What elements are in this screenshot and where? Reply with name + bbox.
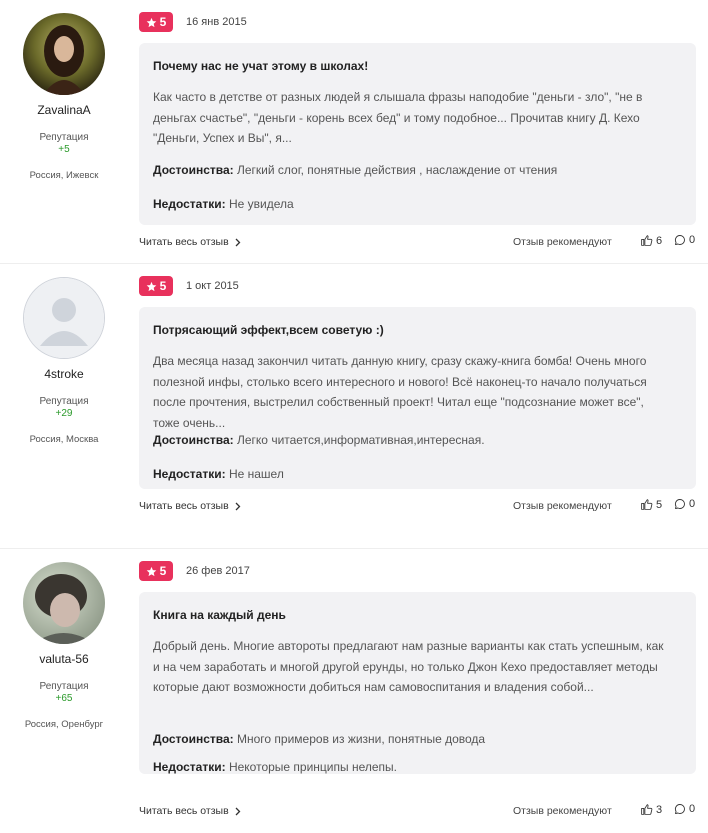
comments-button[interactable]: 0	[674, 498, 695, 510]
like-button[interactable]: 6	[640, 234, 662, 247]
avatar[interactable]	[23, 13, 105, 95]
rating-value: 5	[159, 564, 167, 578]
review-item: 4stroke Репутация +29 Россия, Москва 5 1…	[0, 263, 708, 548]
reputation-label: Репутация	[39, 132, 89, 143]
author-name[interactable]: 4stroke	[0, 367, 128, 381]
review-title[interactable]: Потрясающий эффект,всем советую :)	[153, 323, 384, 337]
review-title[interactable]: Книга на каждый день	[153, 608, 286, 622]
like-count: 5	[656, 498, 663, 511]
cons-label: Недостатки:	[153, 760, 226, 774]
avatar[interactable]	[23, 277, 105, 359]
thumbs-up-icon	[641, 804, 653, 815]
pros-text: Легко читается,информативная,интересная.	[237, 433, 485, 447]
read-more-link[interactable]: Читать весь отзыв	[139, 236, 241, 248]
star-icon	[146, 566, 156, 576]
review-cons: Недостатки: Не нашел	[153, 467, 284, 481]
review-cons: Недостатки: Некоторые принципы нелепы.	[153, 760, 397, 774]
rating-badge: 5	[139, 561, 173, 581]
cons-label: Недостатки:	[153, 197, 226, 211]
thumbs-up-icon	[641, 235, 653, 246]
cons-text: Не нашел	[228, 467, 284, 481]
review-item: ZavalinaA Репутация +5 Россия, Ижевск 5 …	[0, 0, 708, 263]
pros-text: Легкий слог, понятные действия , наслажд…	[237, 163, 558, 177]
cons-label: Недостатки:	[153, 467, 226, 481]
chevron-right-icon	[235, 807, 241, 815]
author-location: Россия, Москва	[29, 434, 99, 445]
pros-text: Много примеров из жизни, понятные довода	[237, 732, 486, 746]
author-name[interactable]: valuta-56	[0, 652, 128, 666]
like-button[interactable]: 3	[640, 803, 662, 816]
author-location: Россия, Ижевск	[29, 170, 99, 181]
review-card: Почему нас не учат этому в школах! Как ч…	[139, 43, 696, 225]
reputation-label: Репутация	[39, 396, 89, 407]
comments-button[interactable]: 0	[674, 803, 695, 815]
review-date: 26 фев 2017	[186, 565, 250, 577]
pros-label: Достоинства:	[153, 433, 234, 447]
comment-icon	[675, 235, 685, 245]
like-count: 3	[656, 803, 663, 816]
read-more-link[interactable]: Читать весь отзыв	[139, 805, 241, 817]
recommend-label: Отзыв рекомендуют	[513, 805, 612, 817]
review-date: 16 янв 2015	[186, 16, 247, 28]
review-item: valuta-56 Репутация +65 Россия, Оренбург…	[0, 548, 708, 833]
comments-button[interactable]: 0	[674, 234, 695, 246]
avatar[interactable]	[23, 562, 105, 644]
review-cons: Недостатки: Не увидела	[153, 197, 294, 211]
review-pros: Достоинства: Много примеров из жизни, по…	[153, 732, 485, 746]
reputation-value: +5	[58, 144, 70, 155]
like-count: 6	[656, 234, 663, 247]
thumbs-up-icon	[641, 499, 653, 510]
cons-text: Не увидела	[228, 197, 294, 211]
review-text: Добрый день. Многие автороты предлагают …	[153, 639, 664, 694]
star-icon	[146, 17, 156, 27]
reputation-value: +29	[55, 408, 73, 419]
review-text: Как часто в детстве от разных людей я сл…	[153, 90, 643, 145]
like-button[interactable]: 5	[640, 498, 662, 511]
comment-count: 0	[689, 234, 696, 246]
chevron-right-icon	[235, 238, 241, 246]
comment-icon	[675, 804, 685, 814]
comment-icon	[675, 499, 685, 509]
author-location: Россия, Оренбург	[24, 719, 104, 730]
rating-value: 5	[159, 15, 167, 29]
reputation-label: Репутация	[39, 681, 89, 692]
rating-badge: 5	[139, 12, 173, 32]
comment-count: 0	[689, 803, 696, 815]
reputation-value: +65	[55, 693, 73, 704]
chevron-right-icon	[235, 502, 241, 510]
author-name[interactable]: ZavalinaA	[0, 103, 128, 117]
recommend-label: Отзыв рекомендуют	[513, 500, 612, 512]
read-more-label: Читать весь отзыв	[139, 236, 229, 248]
review-title[interactable]: Почему нас не учат этому в школах!	[153, 59, 368, 73]
review-pros: Достоинства: Легкий слог, понятные дейст…	[153, 163, 557, 177]
pros-label: Достоинства:	[153, 163, 234, 177]
cons-text: Некоторые принципы нелепы.	[228, 760, 397, 774]
pros-label: Достоинства:	[153, 732, 234, 746]
read-more-link[interactable]: Читать весь отзыв	[139, 500, 241, 512]
review-card: Потрясающий эффект,всем советую :) Два м…	[139, 307, 696, 489]
recommend-label: Отзыв рекомендуют	[513, 236, 612, 248]
review-card: Книга на каждый день Добрый день. Многие…	[139, 592, 696, 774]
review-text: Два месяца назад закончил читать данную …	[153, 354, 647, 430]
read-more-label: Читать весь отзыв	[139, 500, 229, 512]
rating-value: 5	[159, 279, 167, 293]
rating-badge: 5	[139, 276, 173, 296]
read-more-label: Читать весь отзыв	[139, 805, 229, 817]
review-pros: Достоинства: Легко читается,информативна…	[153, 433, 485, 447]
star-icon	[146, 281, 156, 291]
review-date: 1 окт 2015	[186, 280, 239, 292]
comment-count: 0	[689, 498, 696, 510]
